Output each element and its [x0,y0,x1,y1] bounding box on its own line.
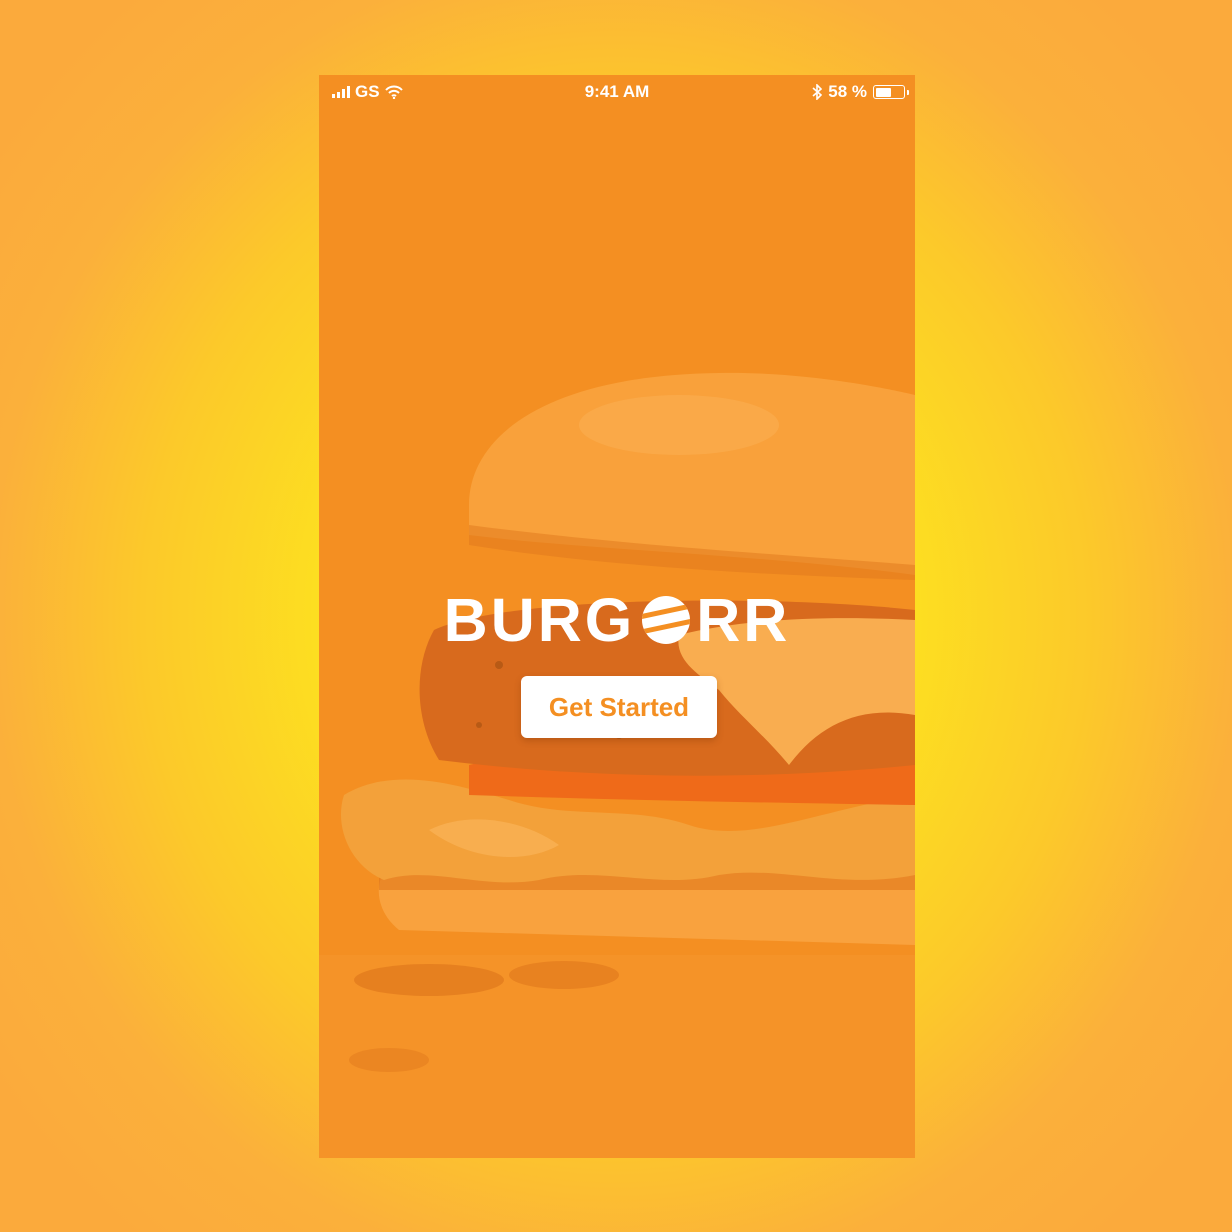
battery-icon [873,85,909,99]
burger-logo-icon [642,596,691,644]
logo-text-left: BURG [443,586,636,654]
get-started-button[interactable]: Get Started [521,676,717,738]
battery-fill [875,87,891,97]
phone-screen: GS 9:41 AM 58 % BURG RR Get Started [319,75,915,1158]
bluetooth-icon [812,84,823,100]
battery-percentage: 58 % [828,82,867,101]
logo-text-right: RR [696,586,791,654]
status-bar: GS 9:41 AM 58 % [319,75,915,109]
battery-nub [906,89,909,95]
status-bar-right: 58 % [812,82,909,102]
app-logo: BURG RR [319,586,915,654]
